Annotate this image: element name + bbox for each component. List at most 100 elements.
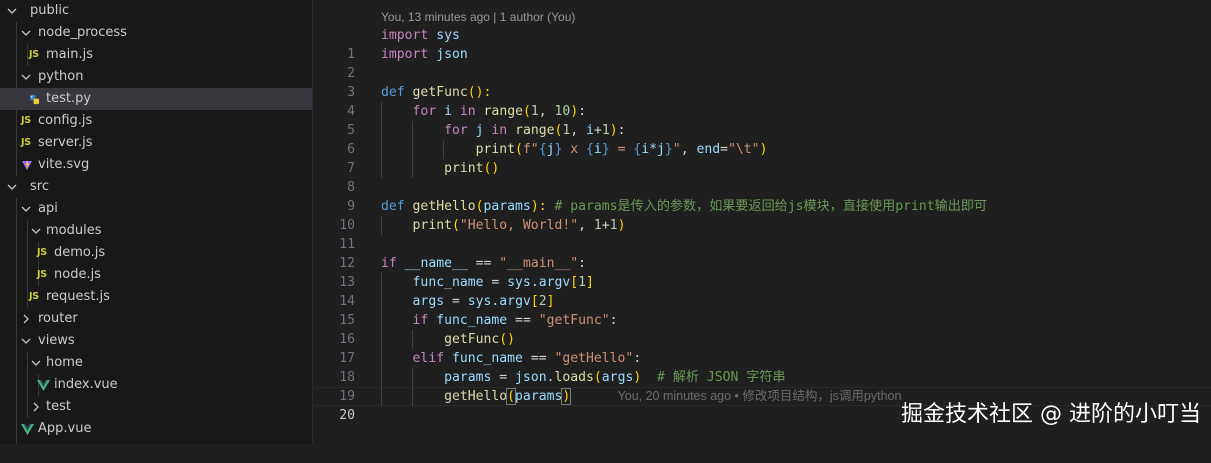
tree-label: node_process: [38, 25, 127, 40]
tree-folder-views[interactable]: views: [0, 330, 312, 352]
code-token: 1: [601, 123, 610, 138]
tree-folder-router[interactable]: router: [0, 308, 312, 330]
code-token: if: [412, 313, 429, 328]
tree-file-vite-svg[interactable]: vite.svg: [0, 154, 312, 176]
code-line[interactable]: 11 print("Hello, World!", 1+1): [313, 216, 1211, 252]
code-line[interactable]: 18 elif func_name == "getHello":: [313, 349, 1211, 385]
tree-file-app-vue[interactable]: App.vue: [0, 418, 312, 440]
tree-file-server-js[interactable]: JS server.js: [0, 132, 312, 154]
tree-label: views: [38, 333, 75, 348]
javascript-file-icon: JS: [29, 49, 39, 60]
code-token: in: [491, 123, 508, 138]
code-line[interactable]: 14 func_name = sys.argv[1]: [313, 273, 1211, 309]
tree-label: router: [38, 311, 78, 326]
code-line[interactable]: 15 args = sys.argv[2]: [313, 292, 1211, 328]
chevron-down-icon: [6, 176, 18, 198]
code-token: args: [601, 370, 634, 385]
tree-label: main.js: [46, 47, 93, 62]
chevron-down-icon: [20, 22, 32, 44]
code-line[interactable]: 12: [313, 235, 1211, 271]
inline-git-blame: You, 20 minutes ago • 修改项目结构，js调用python: [617, 389, 902, 403]
code-token: getFunc: [412, 85, 468, 100]
code-line[interactable]: 10 def getHello(params): # params是传入的参数，…: [313, 197, 1211, 233]
code-token: i: [593, 142, 602, 157]
code-token: :: [578, 104, 587, 119]
code-token: getFunc: [444, 332, 500, 347]
code-token: 1: [609, 218, 618, 233]
code-token: =: [444, 294, 468, 309]
tree-folder-src[interactable]: src: [0, 176, 312, 198]
code-line[interactable]: 4 def getFunc():: [313, 83, 1211, 119]
code-token: ==: [522, 351, 555, 366]
tree-file-index-vue[interactable]: index.vue: [0, 374, 312, 396]
code-token: argv: [499, 294, 531, 309]
code-token: (): [483, 161, 500, 176]
watermark-text: 掘金技术社区 @ 进阶的小叮当: [901, 402, 1201, 427]
tree-file-test-py[interactable]: test.py: [0, 88, 312, 110]
tree-file-demo-js[interactable]: JS demo.js: [0, 242, 312, 264]
chevron-down-icon: [20, 66, 32, 88]
tree-folder-node-process[interactable]: node_process: [0, 22, 312, 44]
tree-folder-home[interactable]: home: [0, 352, 312, 374]
code-token: 1: [530, 104, 539, 119]
tree-label: server.js: [38, 135, 93, 150]
code-token: range: [483, 104, 523, 119]
code-line[interactable]: 19 params = json.loads(args) # 解析 JSON 字…: [313, 368, 1211, 404]
javascript-file-icon: JS: [37, 247, 47, 258]
code-token: func_name: [412, 275, 484, 290]
tree-file-request-js[interactable]: JS request.js: [0, 286, 312, 308]
chevron-down-icon: [20, 330, 32, 352]
code-editor[interactable]: You, 13 minutes ago | 1 author (You) 1 i…: [313, 0, 1211, 444]
tree-folder-test[interactable]: test: [0, 396, 312, 418]
code-token: params: [444, 370, 492, 385]
code-line[interactable]: 2 import json: [313, 45, 1211, 81]
code-token: "getFunc": [538, 313, 610, 328]
tree-label: config.js: [38, 113, 93, 128]
chevron-down-icon: [30, 352, 42, 374]
code-token: json: [428, 47, 468, 62]
tree-label: modules: [46, 223, 102, 238]
code-token: x: [562, 142, 587, 157]
code-token: ):: [530, 199, 547, 214]
code-token: :: [633, 351, 642, 366]
tree-label: test.py: [46, 91, 92, 106]
code-token: range: [515, 123, 555, 138]
code-token: "Hello, World!": [459, 218, 579, 233]
code-line[interactable]: 13 if __name__ == "__main__":: [313, 254, 1211, 290]
code-token: def: [381, 85, 405, 100]
tree-label: demo.js: [54, 245, 106, 260]
code-line[interactable]: 9: [313, 178, 1211, 214]
code-line[interactable]: 1 import sys: [313, 26, 1211, 62]
tree-label: python: [38, 69, 84, 84]
code-token: =: [483, 275, 508, 290]
tree-label: vite.svg: [38, 157, 90, 172]
code-token: in: [459, 104, 476, 119]
code-token: func_name: [451, 351, 523, 366]
code-token: =: [609, 142, 634, 157]
code-line[interactable]: 17 getFunc(): [313, 330, 1211, 366]
javascript-file-icon: JS: [21, 115, 31, 126]
code-token: args: [412, 294, 445, 309]
tree-folder-modules[interactable]: modules: [0, 220, 312, 242]
code-token: getHello: [412, 199, 476, 214]
code-token: loads: [554, 370, 594, 385]
code-line[interactable]: 16 if func_name == "getFunc":: [313, 311, 1211, 347]
tree-label: public: [30, 3, 70, 18]
tree-folder-api[interactable]: api: [0, 198, 312, 220]
tree-folder-python[interactable]: python: [0, 66, 312, 88]
tree-file-main-js[interactable]: JS main.js: [0, 44, 312, 66]
code-line[interactable]: 8 print(): [313, 159, 1211, 195]
chevron-right-icon: [30, 396, 42, 418]
tree-folder-public[interactable]: public: [0, 0, 312, 22]
code-line[interactable]: 7 print(f"{j} x {i} = {i*j}", end="\t"): [313, 140, 1211, 176]
tree-file-config-js[interactable]: JS config.js: [0, 110, 312, 132]
git-blame-header[interactable]: You, 13 minutes ago | 1 author (You): [381, 10, 575, 24]
code-line[interactable]: 5 for i in range(1, 10):: [313, 102, 1211, 138]
tree-file-node-js[interactable]: JS node.js: [0, 264, 312, 286]
svg-file-icon: [21, 154, 33, 176]
code-token: params: [483, 199, 531, 214]
code-token: i: [444, 104, 452, 119]
code-line[interactable]: 6 for j in range(1, i+1):: [313, 121, 1211, 157]
code-token: end: [696, 142, 721, 157]
code-line[interactable]: 3: [313, 64, 1211, 100]
